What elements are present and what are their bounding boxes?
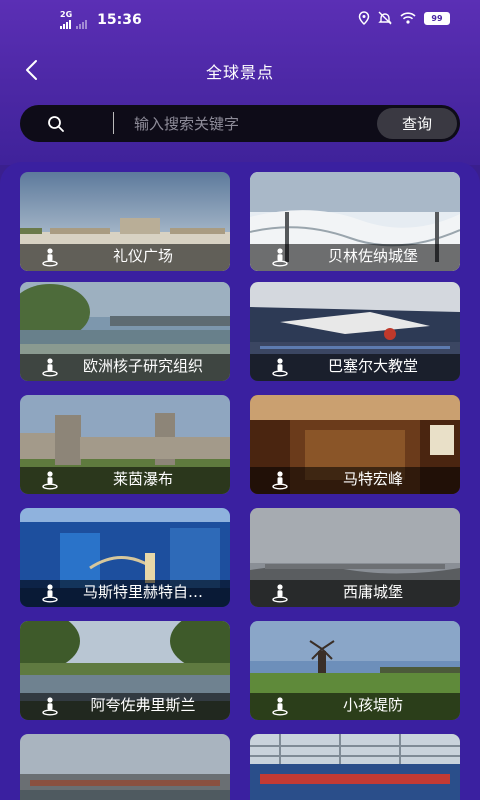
- person-pin-icon: [272, 471, 288, 490]
- attraction-card[interactable]: 阿夸佐弗里斯兰: [20, 621, 230, 720]
- signal-icon: [60, 19, 71, 29]
- status-bar: 2G 15:36 99: [0, 0, 480, 38]
- query-button[interactable]: 查询: [377, 108, 457, 139]
- person-pin-icon: [42, 358, 58, 377]
- person-pin-icon: [42, 584, 58, 603]
- caption-bar: 欧洲核子研究组织: [20, 354, 230, 381]
- person-pin-icon: [272, 248, 288, 267]
- attraction-name: 马斯特里赫特自…: [82, 583, 203, 601]
- person-pin-icon: [42, 248, 58, 267]
- person-pin-icon: [42, 471, 58, 490]
- battery-icon: 99: [424, 11, 450, 25]
- app-header: 全球景点: [0, 50, 480, 90]
- attraction-name: 阿夸佐弗里斯兰: [90, 696, 196, 714]
- page-title: 全球景点: [205, 63, 274, 82]
- person-pin-icon: [272, 358, 288, 377]
- person-pin-icon: [272, 697, 288, 716]
- attraction-name: 礼仪广场: [112, 247, 173, 265]
- caption-bar: 贝林佐纳城堡: [250, 244, 460, 271]
- attraction-card[interactable]: [250, 734, 460, 800]
- person-pin-icon: [272, 584, 288, 603]
- search-divider: [113, 112, 114, 134]
- clock: 15:36: [97, 12, 142, 28]
- attraction-name: 小孩堤防: [342, 696, 403, 714]
- caption-bar: 礼仪广场: [20, 244, 230, 271]
- attraction-name: 莱茵瀑布: [112, 470, 173, 488]
- attraction-name: 马特宏峰: [342, 470, 403, 488]
- attraction-card[interactable]: 莱茵瀑布: [20, 395, 230, 494]
- attraction-name: 西庸城堡: [342, 583, 403, 601]
- search-bar: 查询: [20, 105, 460, 142]
- attraction-image: [20, 734, 230, 800]
- attraction-name: 巴塞尔大教堂: [327, 357, 418, 375]
- mute-icon: [378, 11, 392, 25]
- search-icon: [48, 116, 64, 132]
- wifi-icon: [400, 12, 416, 24]
- attraction-name: 贝林佐纳城堡: [327, 247, 418, 265]
- attraction-card[interactable]: 巴塞尔大教堂: [250, 282, 460, 381]
- attraction-card[interactable]: 贝林佐纳城堡: [250, 172, 460, 271]
- attraction-card[interactable]: 西庸城堡: [250, 508, 460, 607]
- location-icon: [358, 11, 370, 25]
- attraction-card[interactable]: 欧洲核子研究组织: [20, 282, 230, 381]
- person-pin-icon: [42, 697, 58, 716]
- attraction-card[interactable]: 马斯特里赫特自…: [20, 508, 230, 607]
- attraction-card[interactable]: [20, 734, 230, 800]
- attraction-image: [250, 734, 460, 800]
- signal-icon-2: [76, 19, 88, 29]
- caption-bar: 巴塞尔大教堂: [250, 354, 460, 381]
- attraction-card[interactable]: 小孩堤防: [250, 621, 460, 720]
- caption-bar: 小孩堤防: [250, 693, 460, 720]
- attraction-grid: 礼仪广场 贝林佐纳城堡 欧洲核子研究组织 巴塞尔大教堂 莱茵瀑布 马特宏峰 马斯…: [0, 162, 480, 800]
- attraction-card[interactable]: 礼仪广场: [20, 172, 230, 271]
- caption-bar: 马斯特里赫特自…: [20, 580, 230, 607]
- network-type: 2G: [60, 10, 73, 19]
- caption-bar: 西庸城堡: [250, 580, 460, 607]
- caption-bar: 莱茵瀑布: [20, 467, 230, 494]
- search-input[interactable]: [134, 110, 384, 137]
- battery-level: 99: [431, 13, 443, 23]
- caption-bar: 阿夸佐弗里斯兰: [20, 693, 230, 720]
- attraction-card[interactable]: 马特宏峰: [250, 395, 460, 494]
- attraction-name: 欧洲核子研究组织: [82, 357, 203, 375]
- caption-bar: 马特宏峰: [250, 467, 460, 494]
